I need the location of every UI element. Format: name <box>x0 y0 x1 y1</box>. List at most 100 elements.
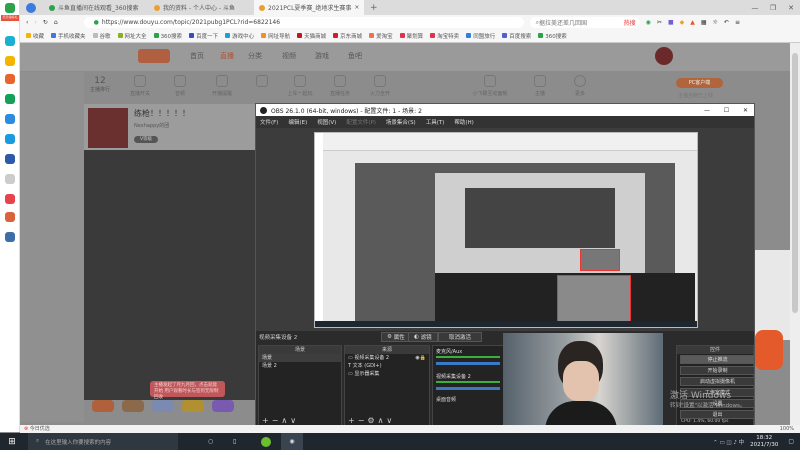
sidebar-app-icon[interactable] <box>5 74 15 84</box>
pc-client-button[interactable]: PC客户端 <box>676 78 723 88</box>
maximize-button[interactable]: ☐ <box>724 107 729 114</box>
extension-icon[interactable]: ◆ <box>680 19 685 26</box>
bookmark[interactable]: 天猫商城 <box>297 32 326 40</box>
scene-item[interactable]: 场景 <box>259 354 341 362</box>
promo-badge[interactable]: 天天领好礼 <box>1 15 19 21</box>
toolbar-item[interactable]: 火力全开 <box>360 72 400 97</box>
source-item[interactable]: ▭ 显示器采集 <box>345 370 429 378</box>
browser-taskbar-icon[interactable] <box>261 436 271 447</box>
search-input[interactable]: ⌕ 据拉美还差几回国 热搜 <box>529 17 640 28</box>
extension-icon[interactable]: ◉ <box>646 19 651 26</box>
gift-icon[interactable] <box>182 400 204 412</box>
cortana-icon[interactable]: ○ <box>208 438 228 445</box>
nav-category[interactable]: 分类 <box>248 51 262 61</box>
tab-search[interactable]: 斗鱼直播间在线观看_360搜索 <box>44 0 149 15</box>
promo-banner[interactable] <box>755 330 783 370</box>
scene-item[interactable]: 场景 2 <box>259 362 341 370</box>
bookmark[interactable]: 聚划算 <box>400 32 424 40</box>
start-button[interactable]: ⊞ <box>0 437 24 447</box>
nav-live[interactable]: 直播 <box>220 51 234 61</box>
tab-douyu-pcl[interactable]: 2021PCL夏季赛_绝地求生赛事 × <box>254 0 364 15</box>
page-scrollbar[interactable] <box>790 43 800 425</box>
star-icon[interactable] <box>5 56 15 66</box>
notifications-icon[interactable]: ▢ <box>788 438 794 445</box>
deactivate-button[interactable]: 取消激活 <box>438 332 483 342</box>
gift-icon[interactable] <box>92 400 114 412</box>
source-item[interactable]: T 文本 (GDI+) <box>345 362 429 370</box>
apps-grid-icon[interactable]: ▦ <box>701 19 707 26</box>
undo-icon[interactable]: ↶ <box>724 19 729 26</box>
toolbar-item[interactable]: 上车一起玩 <box>280 72 320 97</box>
sidebar-app-icon[interactable] <box>5 232 15 242</box>
nav-yuba[interactable]: 鱼吧 <box>348 51 362 61</box>
properties-button[interactable]: ⚙ 属性 <box>381 332 411 342</box>
bookmark[interactable]: 爱淘宝 <box>369 32 393 40</box>
bookmark[interactable]: 360搜索 <box>538 32 567 40</box>
bookmark[interactable]: 网址大全 <box>118 32 147 40</box>
start-recording-button[interactable]: 开始录制 <box>680 366 755 375</box>
close-window-button[interactable]: ✕ <box>782 4 800 12</box>
virtual-camera-button[interactable]: 启动虚拟摄像机 <box>680 377 755 386</box>
scissors-icon[interactable]: ✂ <box>657 19 662 26</box>
close-tab-icon[interactable]: × <box>354 4 359 11</box>
back-icon[interactable]: ‹ <box>26 19 28 26</box>
tray-icons[interactable]: ⌃ ▭ ◫ ♪ 中 <box>713 438 744 446</box>
extension-icon[interactable]: ■ <box>668 19 674 26</box>
bookmark[interactable]: 手机收藏夹 <box>51 32 86 40</box>
bookmark[interactable]: 网址导航 <box>261 32 290 40</box>
filters-button[interactable]: ◐ 滤镜 <box>408 332 438 342</box>
exit-button[interactable]: 退出 <box>680 410 755 419</box>
reload-icon[interactable]: ↻ <box>43 19 48 26</box>
bookmark[interactable]: 同盟旅行 <box>466 32 495 40</box>
game-icon[interactable]: ▲ <box>690 19 695 26</box>
sidebar-app-icon[interactable] <box>5 212 15 222</box>
bookmark[interactable]: 百度一下 <box>189 32 218 40</box>
sidebar-app-icon[interactable] <box>5 94 15 104</box>
hot-search-label[interactable]: 热搜 <box>624 18 640 27</box>
maximize-button[interactable]: ❐ <box>764 4 782 12</box>
bookmark[interactable]: 百度搜索 <box>502 32 531 40</box>
toolbar-item[interactable]: 更多 <box>560 72 600 97</box>
rank-label[interactable]: 主播排行 <box>80 86 120 93</box>
stop-streaming-button[interactable]: 停止推流 <box>680 355 755 364</box>
sidebar-app-icon[interactable] <box>5 174 15 184</box>
douyu-logo[interactable] <box>138 49 170 63</box>
streamer-avatar[interactable] <box>88 108 128 148</box>
toolbar-item[interactable]: 音频 <box>160 72 200 97</box>
menu-profile[interactable]: 配置文件(P) <box>346 118 376 126</box>
menu-icon[interactable]: ≡ <box>735 19 740 26</box>
sidebar-app-icon[interactable] <box>5 194 15 204</box>
browser-logo-icon[interactable] <box>26 2 36 13</box>
menu-file[interactable]: 文件(F) <box>260 118 278 126</box>
sidebar-app-icon[interactable] <box>5 154 15 164</box>
bookmark[interactable]: 淘宝特卖 <box>430 32 459 40</box>
gift-icon[interactable] <box>122 400 144 412</box>
nav-video[interactable]: 视频 <box>282 51 296 61</box>
toolbar-item[interactable]: 直播任务 <box>320 72 360 97</box>
forward-icon[interactable]: › <box>34 19 36 26</box>
streamer-name[interactable]: Nexhappy的团 <box>134 122 169 129</box>
settings-icon[interactable]: ☼ <box>713 19 718 26</box>
sidebar-app-icon[interactable] <box>5 114 15 124</box>
sidebar-app-icon[interactable] <box>5 36 15 46</box>
menu-edit[interactable]: 编辑(E) <box>288 118 307 126</box>
toolbar-item[interactable]: 主播 <box>520 72 560 97</box>
source-item[interactable]: ▭ 视频采集设备 2 ◉🔒 <box>345 354 429 362</box>
tab-profile[interactable]: 我的资料 - 个人中心 - 斗鱼 <box>149 0 254 15</box>
menu-scene-collection[interactable]: 场景集合(S) <box>386 118 416 126</box>
gift-icon[interactable] <box>242 72 282 90</box>
url-input[interactable]: ● https://www.douyu.com/topic/2021pubg1PC… <box>83 17 524 28</box>
minimize-button[interactable]: — <box>704 107 710 114</box>
pk-icon[interactable] <box>212 400 234 412</box>
home-icon[interactable]: ⌂ <box>54 19 58 26</box>
bookmark[interactable]: 谷歌 <box>93 32 111 40</box>
360-logo-icon[interactable] <box>5 3 15 13</box>
menu-help[interactable]: 帮助(H) <box>454 118 473 126</box>
user-avatar[interactable] <box>655 47 673 65</box>
obs-preview[interactable] <box>256 128 754 331</box>
deals-label[interactable]: 今日优选 <box>30 426 50 432</box>
bookmark[interactable]: 收藏 <box>26 32 44 40</box>
obs-taskbar-icon[interactable]: ◉ <box>281 433 303 450</box>
notification-toast[interactable]: 主播发起了月九月回，点击就能开始 用户观看时长与签到无限制回收 <box>150 381 225 400</box>
toolbar-item[interactable]: 开播提醒 <box>202 72 242 97</box>
